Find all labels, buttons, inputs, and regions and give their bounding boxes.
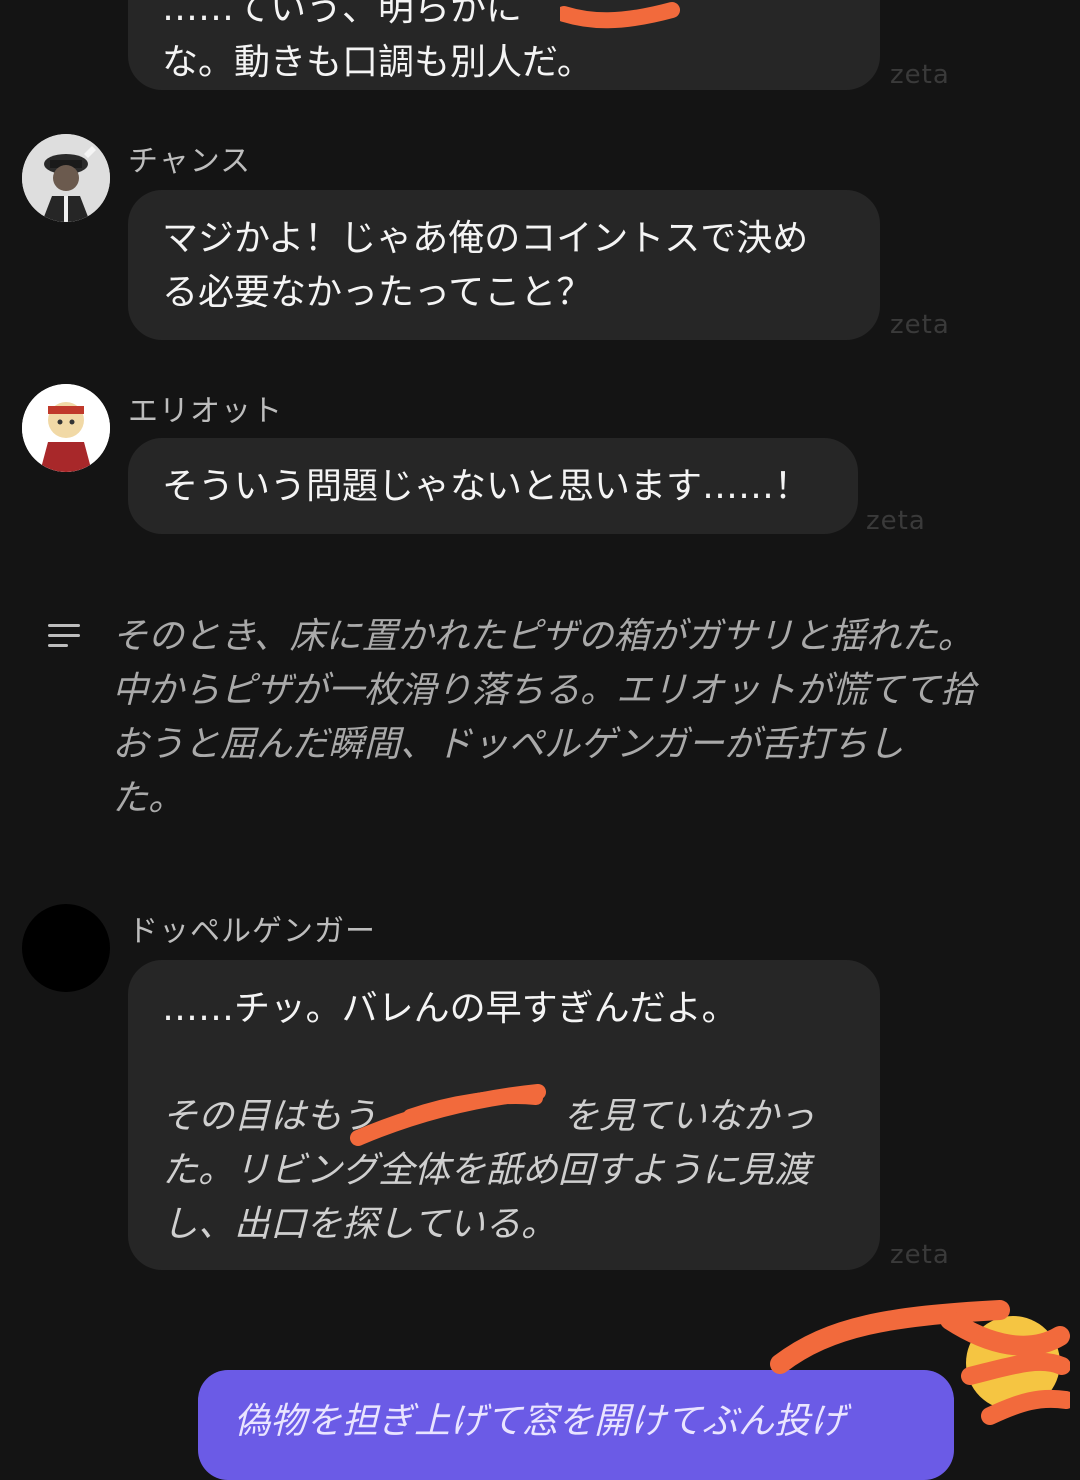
narration-line: 中からピザが一枚滑り落ちる。エリオットが慌てて拾 [112,670,977,711]
user-message-text: 偽物を担ぎ上げて窓を開けてぶん投げ [234,1401,847,1442]
avatar-elliot[interactable] [22,384,110,472]
message-italic-text: し、出口を探している。 [162,1204,557,1245]
message-text: マジかよ！じゃあ俺のコイントスで決め [162,218,809,259]
message-text: な。動きも口調も別人だ。 [162,42,593,83]
message-text: そういう問題じゃないと思います……！ [162,466,811,507]
user-message-bubble: 偽物を担ぎ上げて窓を開けてぶん投げ [198,1370,954,1480]
message-italic-fragment: その目はもう [162,1096,377,1137]
zeta-watermark: zeta [890,1240,950,1270]
zeta-watermark: zeta [890,60,950,90]
message-italic-text: た。リビング全体を舐め回すように見渡 [162,1150,811,1191]
message-text: ……ていう、明らかに [162,0,523,29]
user-avatar[interactable] [966,1316,1060,1410]
avatar-doppelganger[interactable] [22,904,110,992]
message-text: ……チッ。バレんの早すぎんだよ。 [162,988,738,1029]
message-bubble-2: そういう問題じゃないと思います……！ [128,438,858,534]
message-text: る必要なかったってこと？ [162,272,593,313]
zeta-watermark: zeta [890,310,950,340]
sender-name: チャンス [128,144,252,179]
narration-line: た。 [112,778,185,819]
narration-line: そのとき、床に置かれたピザの箱がガサリと揺れた。 [112,616,974,657]
sender-name: ドッペルゲンガー [128,914,376,949]
narration-icon [48,624,80,647]
zeta-watermark: zeta [866,506,926,536]
message-bubble-4: ……チッ。バレんの早すぎんだよ。 その目はもう を見ていなかっ た。リビング全体を… [128,960,880,1270]
message-italic-text: その目はもう を見ていなかっ [162,1090,846,1144]
sender-name: エリオット [128,394,283,429]
narration-text: そのとき、床に置かれたピザの箱がガサリと揺れた。 中からピザが一枚滑り落ちる。エ… [112,610,1052,826]
message-bubble-1: マジかよ！じゃあ俺のコイントスで決め る必要なかったってこと？ [128,190,880,340]
avatar-chance[interactable] [22,134,110,222]
narration-line: おうと屈んだ瞬間、ドッペルゲンガーが舌打ちし [112,724,905,765]
message-bubble-0: ……ていう、明らかに な。動きも口調も別人だ。 [128,0,880,90]
message-italic-fragment: を見ていなかっ [562,1096,815,1137]
